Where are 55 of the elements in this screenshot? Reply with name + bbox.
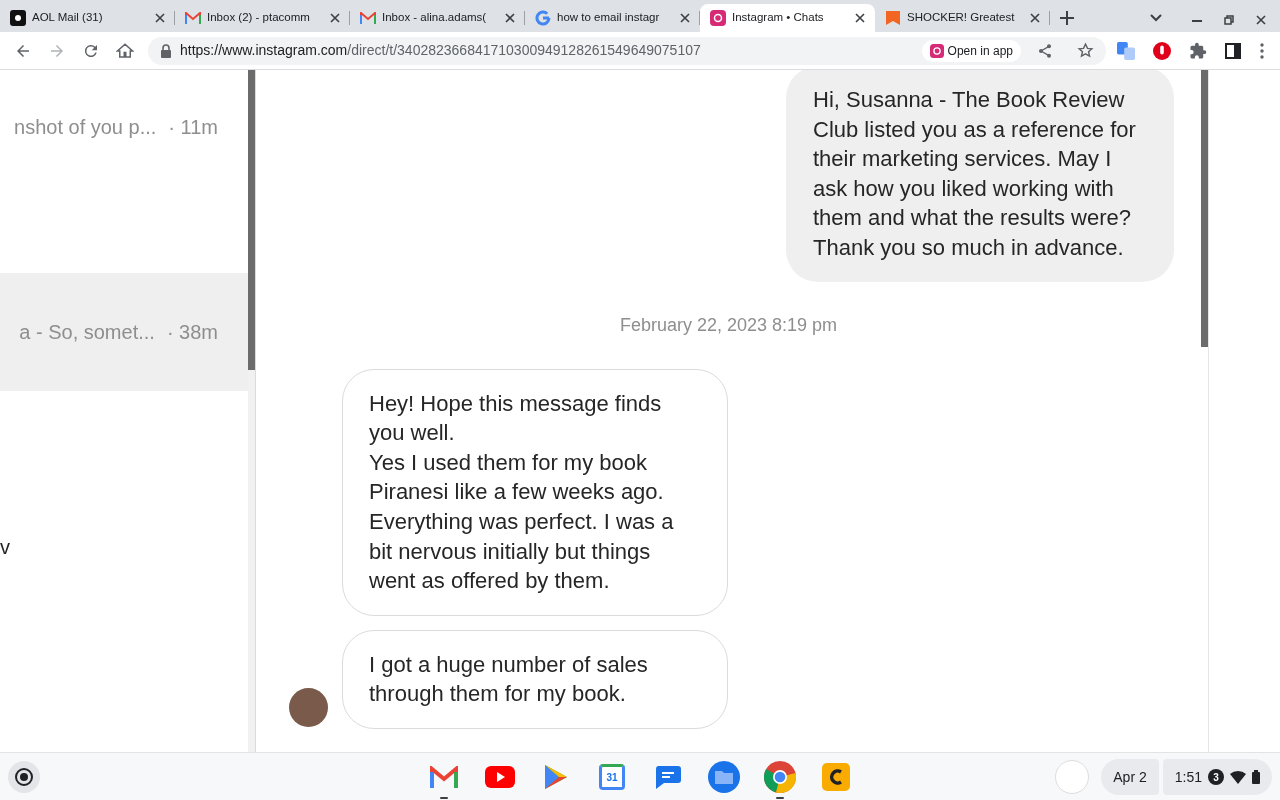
message-timestamp: February 22, 2023 8:19 pm: [618, 313, 839, 337]
browser-tab[interactable]: Inbox - alina.adams(: [350, 4, 525, 32]
chevron-down-icon[interactable]: [1150, 14, 1162, 22]
scrollbar-thumb[interactable]: [1201, 70, 1208, 347]
close-icon[interactable]: [155, 13, 165, 23]
browser-tab[interactable]: SHOCKER! Greatest: [875, 4, 1050, 32]
message-preview: nshot of you p...: [14, 115, 157, 140]
text-fragment: v: [0, 537, 11, 557]
received-message-bubble: Hey! Hope this message finds you well. Yes I used them for my book Piranesi like a few weeks ago. Everything was perfect. I was a bit nervous initially but things went as offered by them.: [342, 368, 728, 616]
star-icon[interactable]: [1077, 42, 1094, 59]
close-icon[interactable]: [505, 13, 515, 23]
wifi-icon: [1230, 770, 1246, 784]
message-time: · 11m: [167, 115, 219, 140]
camera-logo-icon: [929, 43, 944, 58]
mail-icon: [185, 12, 201, 24]
browser-tab[interactable]: AOL Mail (31): [0, 4, 175, 32]
close-icon[interactable]: [1256, 15, 1266, 25]
menu-icon[interactable]: [1260, 42, 1264, 59]
launcher-button[interactable]: [8, 761, 40, 793]
status-area[interactable]: 1:51 3: [1162, 759, 1272, 795]
aol-logo-icon: [10, 10, 26, 26]
browser-tab[interactable]: Inbox (2) - ptacomm: [175, 4, 350, 32]
share-icon[interactable]: [1037, 42, 1053, 59]
g-logo-icon: [535, 10, 551, 26]
puzzle-icon[interactable]: [1189, 41, 1207, 60]
close-icon[interactable]: [855, 13, 865, 23]
received-message-bubble: I got a huge number of sales through them for my book.: [342, 629, 728, 729]
new-tab-icon[interactable]: [1060, 11, 1074, 25]
address-field[interactable]: https://www.instagram.com/direct/t/340282366841710300949128261549649075107 Open in app: [148, 36, 1106, 65]
extension-icon[interactable]: [1153, 41, 1171, 60]
close-icon[interactable]: [1030, 13, 1040, 23]
message-time: · 38m: [165, 320, 219, 345]
bookmark-icon: [885, 10, 901, 26]
restore-icon[interactable]: [1224, 15, 1234, 25]
side-panel-icon[interactable]: [1225, 42, 1241, 59]
camera-logo-icon: [710, 10, 726, 26]
message-preview: a - So, somet...: [19, 320, 155, 345]
home-icon[interactable]: [116, 41, 134, 60]
close-icon[interactable]: [330, 13, 340, 23]
date-button[interactable]: Apr 2: [1101, 759, 1159, 795]
scrollbar-thumb[interactable]: [248, 70, 255, 370]
screenshot-thumbnail[interactable]: [1055, 760, 1090, 794]
battery-icon: [1252, 770, 1260, 784]
notification-count: 3: [1208, 769, 1224, 785]
url-text: https://www.instagram.com/direct/t/340282366841710300949128261549649075107: [180, 41, 701, 60]
folder-app-icon[interactable]: [706, 759, 742, 795]
mail-icon: [360, 12, 376, 24]
browser-tab[interactable]: Instagram • Chats: [700, 4, 875, 32]
clock-text: 1:51: [1174, 767, 1202, 787]
close-icon[interactable]: [680, 13, 690, 23]
translate-icon[interactable]: [1117, 41, 1135, 60]
open-in-app-button[interactable]: Open in app: [921, 39, 1021, 62]
browser-tab[interactable]: how to email instagr: [525, 4, 700, 32]
sent-message-bubble: Hi, Susanna - The Book Review Club listed you as a reference for their marketing services. May I ask how you liked working with them and what the results were? Thank you so much in advance.: [786, 70, 1174, 282]
lock-icon: [160, 43, 172, 58]
